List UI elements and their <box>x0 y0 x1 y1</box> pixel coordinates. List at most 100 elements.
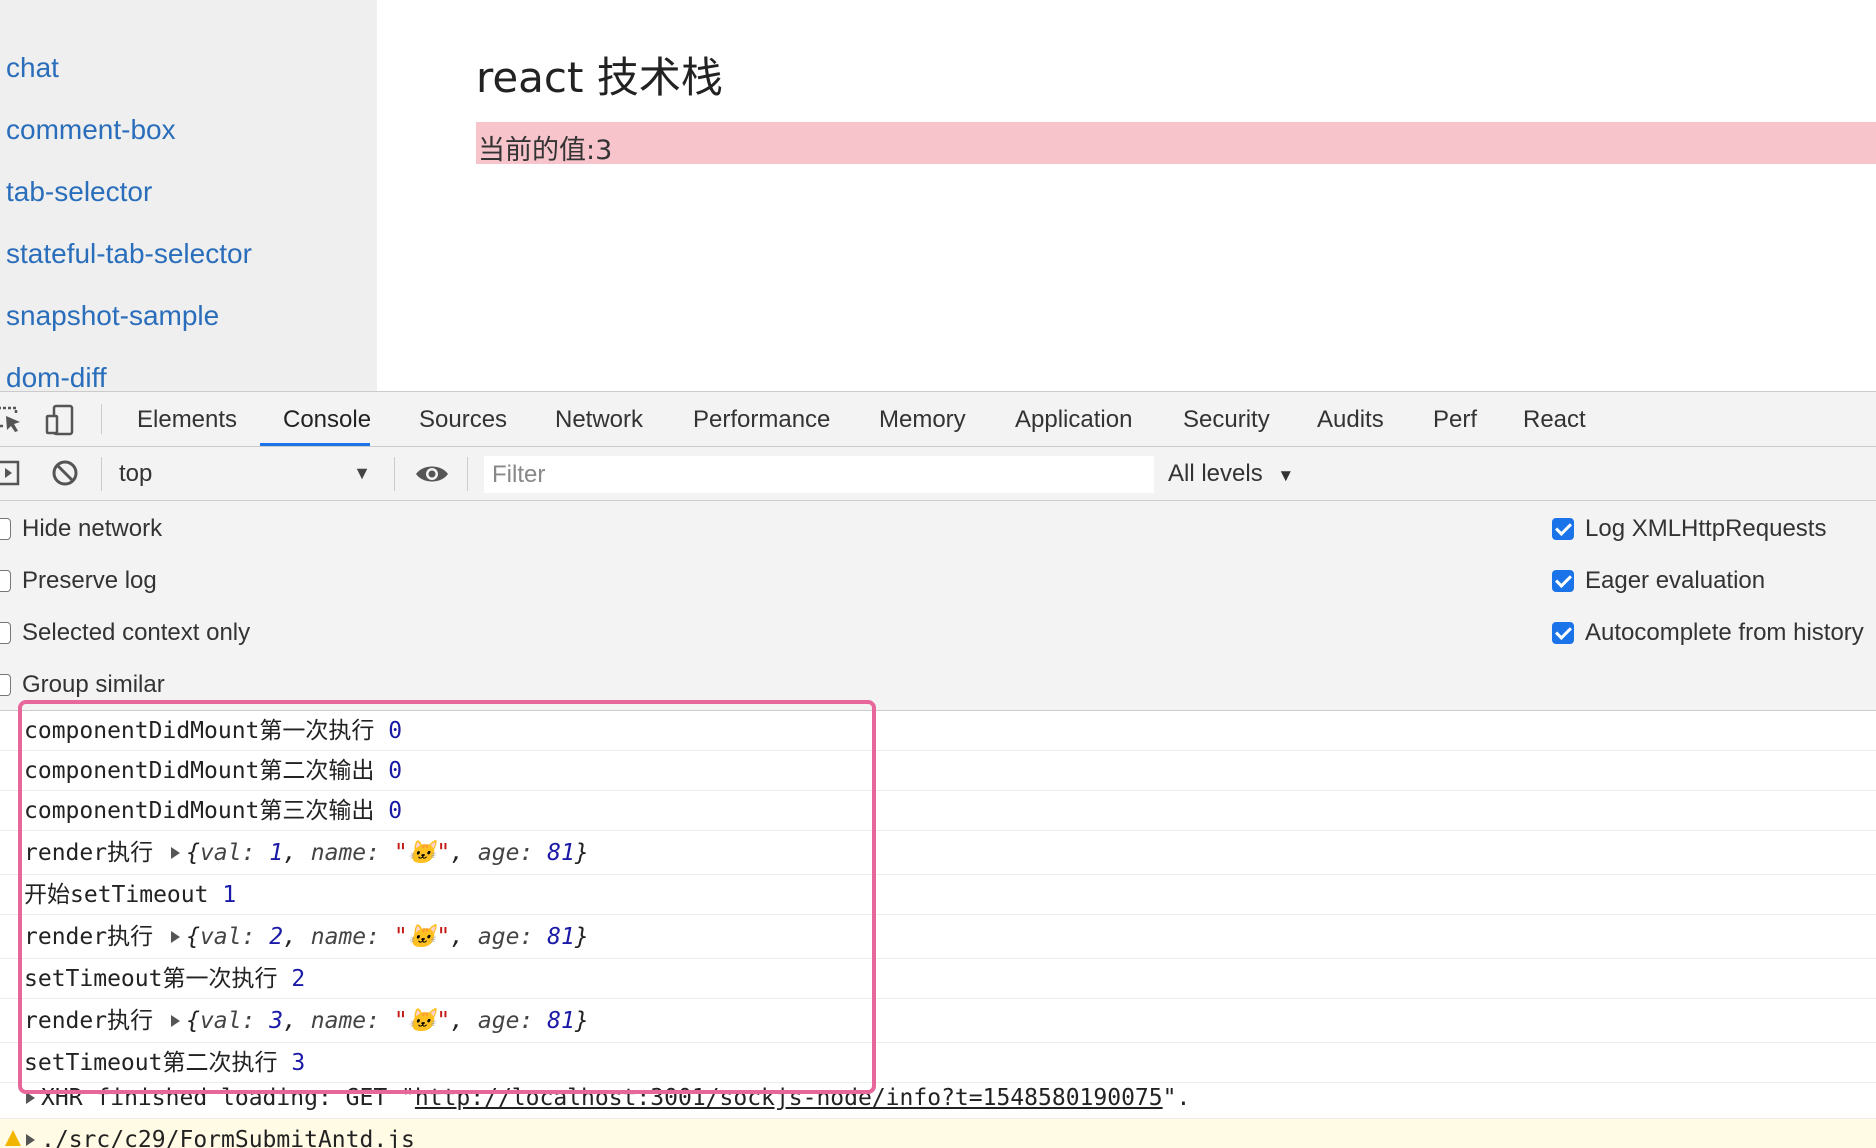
object-name: 🐱 <box>407 924 437 950</box>
log-levels-label: All levels <box>1168 460 1263 487</box>
console-output: componentDidMount第一次执行 0 componentDidMou… <box>0 711 1876 1148</box>
console-message: render执行 {val: 2, name: "🐱", age: 81} <box>0 915 1876 959</box>
nav-link-snapshot-sample[interactable]: snapshot-sample <box>6 300 219 332</box>
option-group-similar[interactable]: Group similar <box>0 671 165 699</box>
xhr-suffix: ". <box>1162 1085 1191 1111</box>
clear-console-icon[interactable] <box>50 458 80 488</box>
sidebar: chat comment-box tab-selector stateful-t… <box>0 0 377 391</box>
message-text: componentDidMount第二次输出 <box>24 758 375 784</box>
tab-perf[interactable]: Perf <box>1433 392 1477 447</box>
checkbox-hide-network[interactable] <box>0 518 11 540</box>
console-message: 开始setTimeout 1 <box>0 875 1876 915</box>
object-name: 🐱 <box>407 840 437 866</box>
option-label: Log XMLHttpRequests <box>1585 515 1827 542</box>
message-value: 0 <box>388 798 403 824</box>
option-label: Autocomplete from history <box>1585 619 1864 646</box>
option-label: Group similar <box>22 671 165 698</box>
nav-link-tab-selector[interactable]: tab-selector <box>6 176 152 208</box>
tab-console[interactable]: Console <box>283 392 371 447</box>
device-toolbar-icon[interactable] <box>44 404 76 436</box>
expand-arrow-icon[interactable] <box>171 1014 181 1027</box>
console-settings-pane: Hide network Preserve log Selected conte… <box>0 501 1876 711</box>
context-selector-label: top <box>119 460 153 487</box>
console-message: render执行 {val: 1, name: "🐱", age: 81} <box>0 831 1876 875</box>
console-message: render执行 {val: 3, name: "🐱", age: 81} <box>0 999 1876 1043</box>
message-value: 2 <box>291 966 306 992</box>
option-preserve-log[interactable]: Preserve log <box>0 567 157 595</box>
console-message-xhr: XHR finished loading: GET "http://localh… <box>0 1083 1876 1119</box>
console-message-warning: ./src/c29/FormSubmitAntd.js <box>0 1119 1876 1148</box>
current-value-bar: 当前的值:3 <box>476 122 1876 166</box>
tab-audits[interactable]: Audits <box>1317 392 1384 447</box>
checkbox-eager-evaluation[interactable] <box>1552 570 1574 592</box>
tab-network[interactable]: Network <box>555 392 643 447</box>
toolbar-separator <box>394 457 395 491</box>
expand-arrow-icon[interactable] <box>26 1091 35 1104</box>
console-filter-input[interactable] <box>484 456 1154 493</box>
inspect-element-icon[interactable] <box>0 404 26 436</box>
tab-memory[interactable]: Memory <box>879 392 966 447</box>
option-hide-network[interactable]: Hide network <box>0 515 162 543</box>
console-message: componentDidMount第一次执行 0 <box>0 711 1876 751</box>
show-drawer-icon[interactable] <box>0 458 26 488</box>
object-name: 🐱 <box>407 1008 437 1034</box>
expand-arrow-icon[interactable] <box>26 1133 35 1146</box>
console-message: componentDidMount第二次输出 0 <box>0 751 1876 791</box>
checkbox-preserve-log[interactable] <box>0 570 11 592</box>
tab-security[interactable]: Security <box>1183 392 1270 447</box>
toolbar-separator <box>467 457 468 491</box>
xhr-url-link[interactable]: http://localhost:3001/sockjs-node/info?t… <box>415 1085 1163 1111</box>
option-selected-context-only[interactable]: Selected context only <box>0 619 250 647</box>
option-label: Preserve log <box>22 567 157 594</box>
message-text: componentDidMount第三次输出 <box>24 798 375 824</box>
tab-elements[interactable]: Elements <box>137 392 237 447</box>
toolbar-separator <box>101 457 102 491</box>
option-label: Selected context only <box>22 619 251 646</box>
console-message: setTimeout第二次执行 3 <box>0 1043 1876 1083</box>
active-tab-indicator <box>260 443 370 446</box>
object-val: 3 <box>269 1008 284 1034</box>
dropdown-arrow-icon: ▼ <box>1277 466 1295 485</box>
checkbox-selected-context-only[interactable] <box>0 622 11 644</box>
checkbox-group-similar[interactable] <box>0 674 11 696</box>
nav-link-stateful-tab-selector[interactable]: stateful-tab-selector <box>6 238 252 270</box>
tab-application[interactable]: Application <box>1015 392 1132 447</box>
context-selector[interactable]: top ▼ <box>107 447 383 501</box>
tab-react[interactable]: React <box>1523 392 1586 447</box>
object-val: 1 <box>269 840 284 866</box>
option-eager-evaluation[interactable]: Eager evaluation <box>1552 567 1765 595</box>
message-value: 3 <box>291 1050 306 1076</box>
nav-link-comment-box[interactable]: comment-box <box>6 114 176 146</box>
option-log-xmlhttprequests[interactable]: Log XMLHttpRequests <box>1552 515 1826 543</box>
message-text: render执行 <box>24 924 154 950</box>
expand-arrow-icon[interactable] <box>171 846 181 859</box>
page-title: react 技术栈 <box>476 53 723 102</box>
xhr-prefix: XHR finished loading: GET " <box>41 1085 415 1111</box>
object-age: 81 <box>547 840 575 866</box>
message-text: setTimeout第二次执行 <box>24 1050 278 1076</box>
console-toolbar: top ▼ All levels ▼ <box>0 447 1876 501</box>
dropdown-arrow-icon: ▼ <box>353 463 371 483</box>
expand-arrow-icon[interactable] <box>171 930 181 943</box>
tab-sources[interactable]: Sources <box>419 392 507 447</box>
option-label: Hide network <box>22 515 163 542</box>
log-levels-dropdown[interactable]: All levels ▼ <box>1168 460 1294 488</box>
tab-performance[interactable]: Performance <box>693 392 830 447</box>
message-value: 0 <box>388 758 403 784</box>
current-value-text: 当前的值:3 <box>478 135 613 166</box>
nav-link-chat[interactable]: chat <box>6 52 59 84</box>
message-value: 1 <box>222 882 237 908</box>
message-text: componentDidMount第一次执行 <box>24 718 375 744</box>
option-label: Eager evaluation <box>1585 567 1766 594</box>
warning-source-link[interactable]: ./src/c29/FormSubmitAntd.js <box>41 1127 415 1148</box>
checkbox-autocomplete-from-history[interactable] <box>1552 622 1574 644</box>
eye-icon[interactable] <box>414 459 450 489</box>
message-text: render执行 <box>24 1008 154 1034</box>
checkbox-log-xmlhttprequests[interactable] <box>1552 518 1574 540</box>
warning-icon <box>4 1120 22 1148</box>
message-text: 开始setTimeout <box>24 882 209 908</box>
nav-link-dom-diff[interactable]: dom-diff <box>6 362 107 391</box>
option-autocomplete-from-history[interactable]: Autocomplete from history <box>1552 619 1864 647</box>
devtools-tabbar: Elements Console Sources Network Perform… <box>0 392 1876 447</box>
object-age: 81 <box>547 1008 575 1034</box>
